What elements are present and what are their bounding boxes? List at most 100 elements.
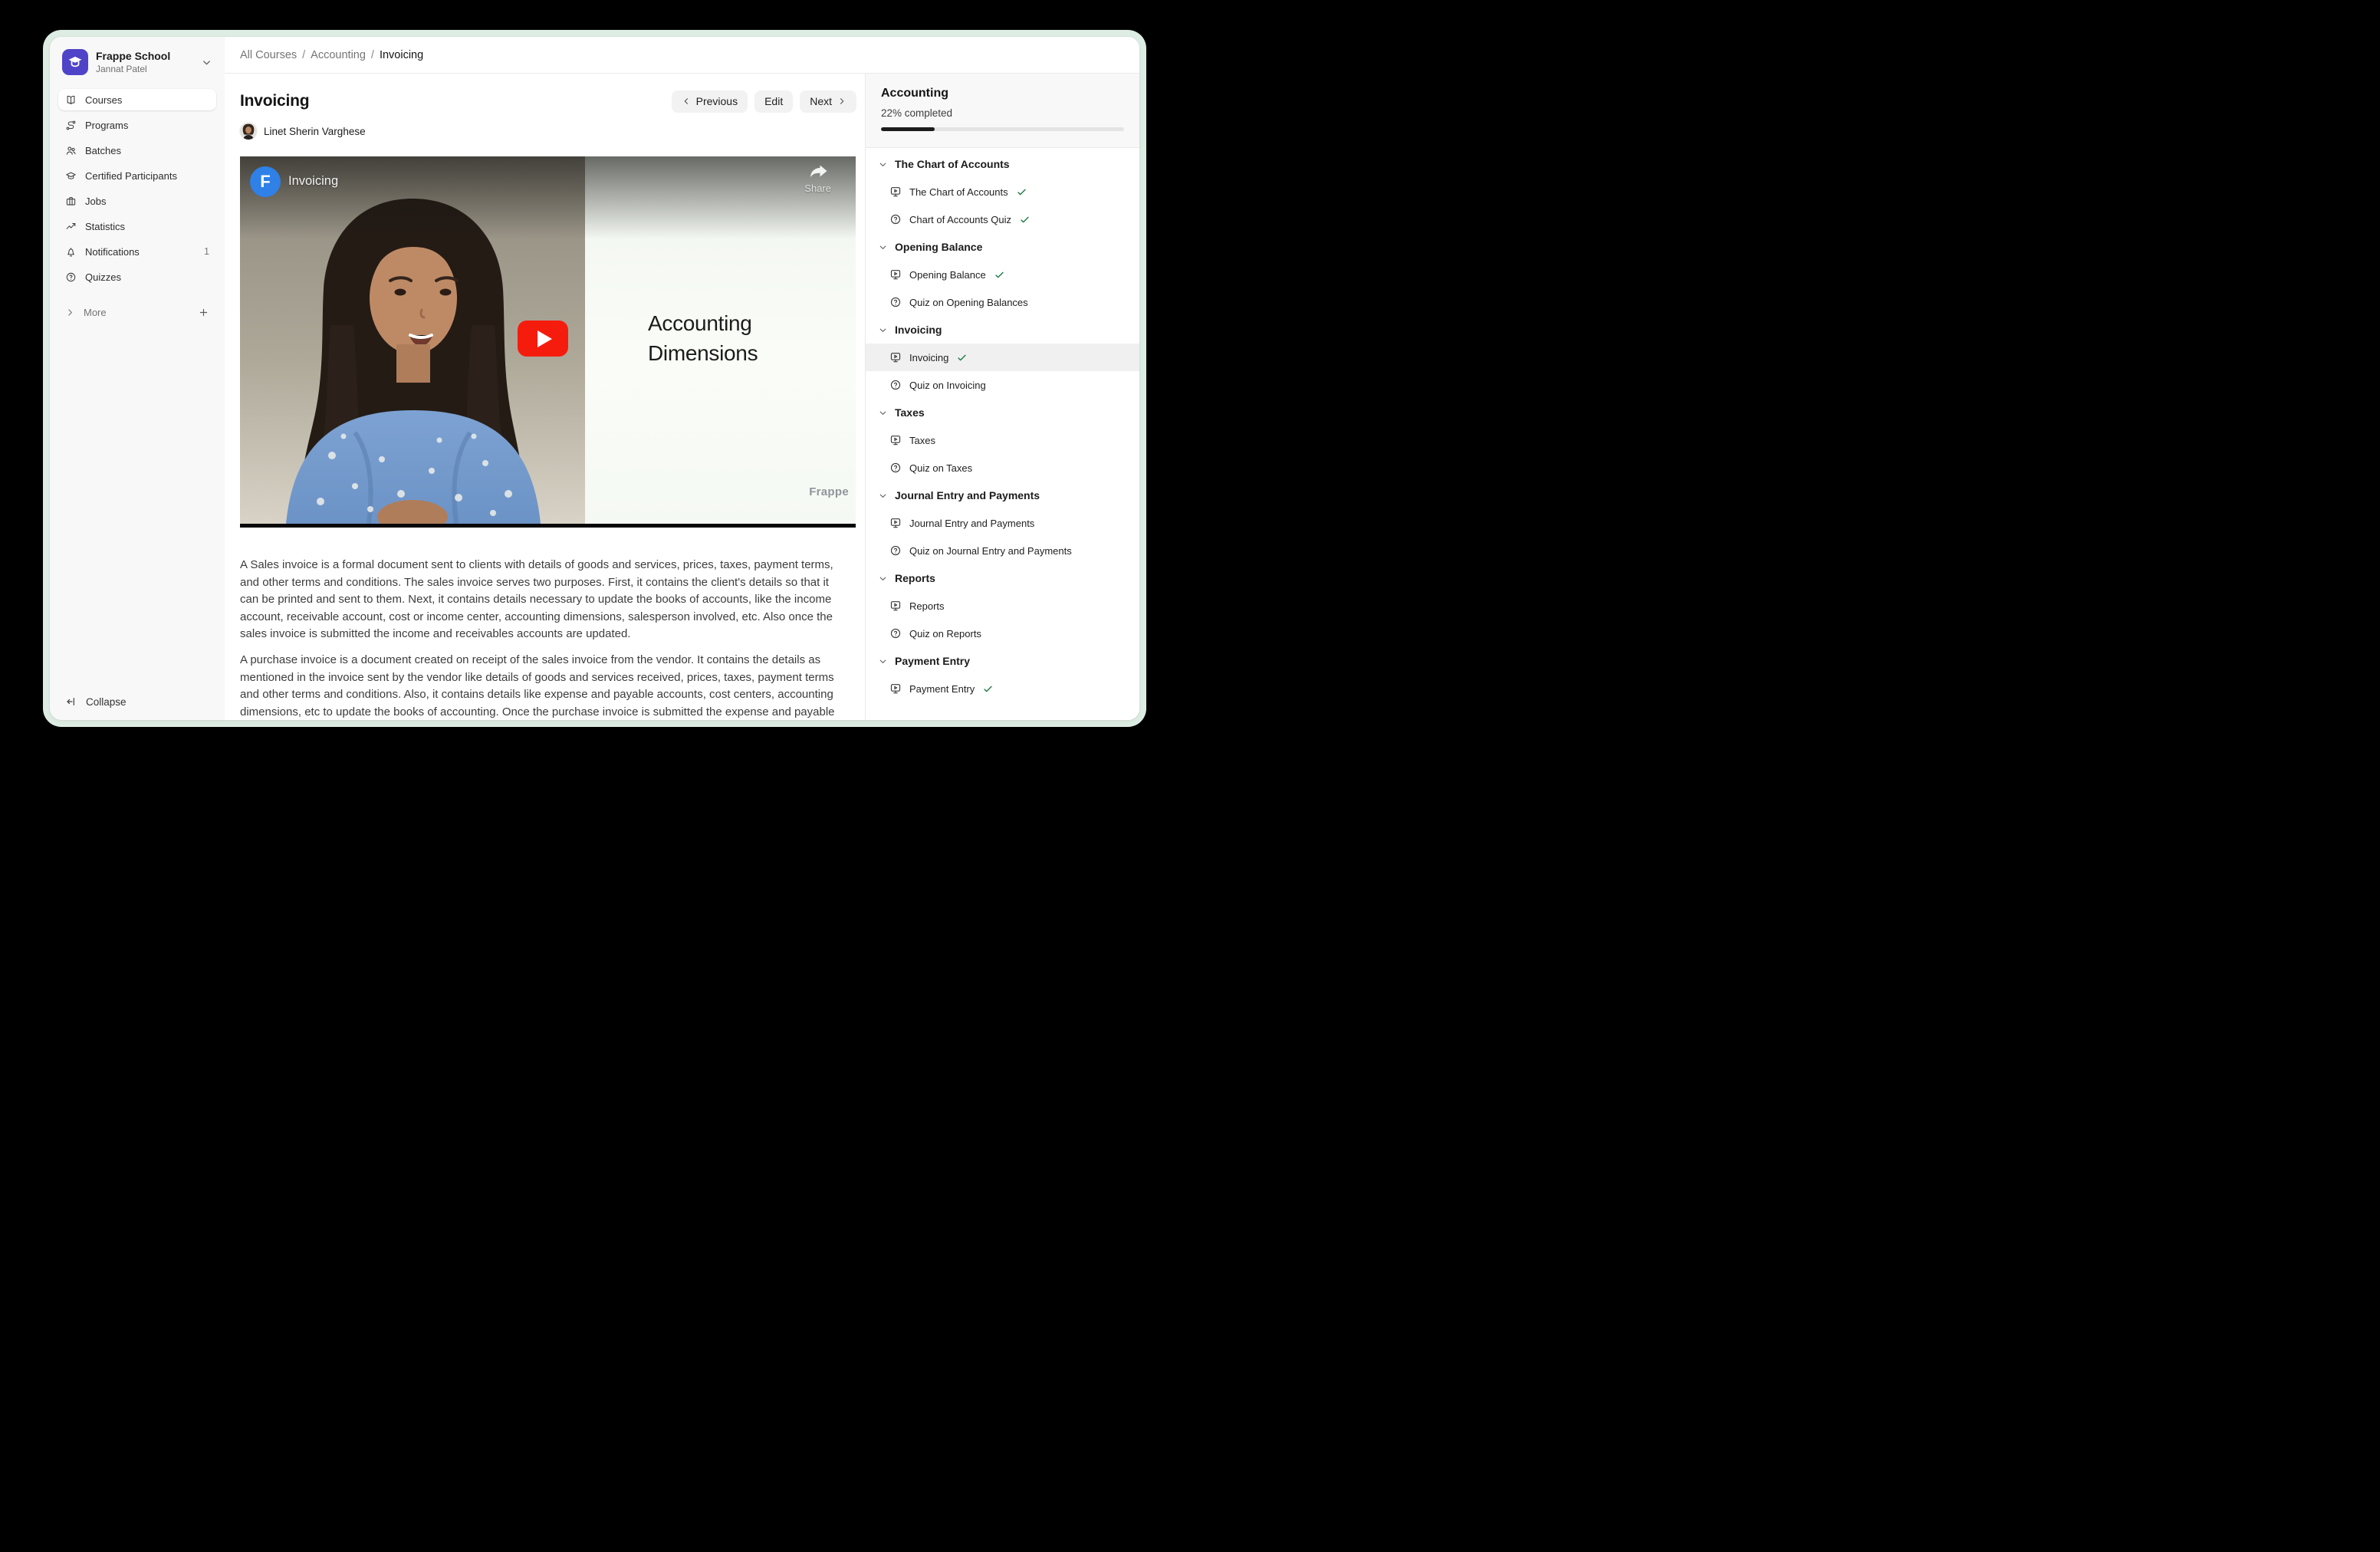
collapse-left-icon xyxy=(65,695,77,708)
sidebar-item-batches[interactable]: Batches xyxy=(58,140,216,161)
help-circle-icon xyxy=(65,271,77,283)
play-button[interactable] xyxy=(518,321,568,357)
next-button[interactable]: Next xyxy=(800,90,856,113)
chapter-journal-entry-and-payments[interactable]: Journal Entry and Payments xyxy=(866,482,1139,509)
chevron-left-icon xyxy=(682,97,691,106)
chevron-down-icon xyxy=(878,159,888,169)
chevron-down-icon xyxy=(878,325,888,335)
sidebar-item-label: Courses xyxy=(85,94,122,106)
programs-icon xyxy=(65,120,77,131)
outline-item-label: Quiz on Reports xyxy=(909,628,981,640)
plus-icon[interactable] xyxy=(198,307,209,318)
check-icon xyxy=(983,684,993,694)
sidebar-item-notifications[interactable]: Notifications1 xyxy=(58,241,216,262)
trending-up-icon xyxy=(65,221,77,232)
breadcrumb-accounting[interactable]: Accounting xyxy=(311,49,366,61)
sidebar-item-label: Certified Participants xyxy=(85,170,177,182)
chevron-down-icon xyxy=(878,656,888,666)
graduation-cap-icon xyxy=(65,170,77,182)
sidebar-item-label: Quizzes xyxy=(85,271,121,283)
sidebar-item-more[interactable]: More xyxy=(58,301,216,323)
course-progress-header: Accounting 22% completed xyxy=(866,74,1139,148)
chapter-reports[interactable]: Reports xyxy=(866,564,1139,592)
sidebar-item-statistics[interactable]: Statistics xyxy=(58,215,216,237)
outline-item-quiz-on-taxes[interactable]: Quiz on Taxes xyxy=(866,454,1139,482)
breadcrumb: All Courses / Accounting / Invoicing xyxy=(225,37,1139,74)
lesson-actions: Previous Edit Next xyxy=(672,90,856,113)
workspace-user: Jannat Patel xyxy=(96,64,170,75)
previous-button[interactable]: Previous xyxy=(672,90,748,113)
sidebar: Frappe School Jannat Patel Courses Progra… xyxy=(50,37,225,720)
outline-item-chart-of-accounts-quiz[interactable]: Chart of Accounts Quiz xyxy=(866,206,1139,233)
share-button[interactable]: Share xyxy=(804,164,831,194)
channel-avatar[interactable]: F xyxy=(250,166,281,197)
sidebar-item-jobs[interactable]: Jobs xyxy=(58,190,216,212)
outline-item-quiz-on-invoicing[interactable]: Quiz on Invoicing xyxy=(866,371,1139,399)
monitor-play-icon xyxy=(889,600,902,612)
outline-item-invoicing[interactable]: Invoicing xyxy=(866,344,1139,371)
outline-item-reports[interactable]: Reports xyxy=(866,592,1139,620)
chapter-title: Payment Entry xyxy=(895,655,970,667)
outline-item-label: Payment Entry xyxy=(909,683,975,695)
play-icon xyxy=(537,330,552,347)
sidebar-item-certified-participants[interactable]: Certified Participants xyxy=(58,165,216,186)
outline-item-label: Quiz on Invoicing xyxy=(909,380,986,391)
notification-count-badge: 1 xyxy=(204,246,209,257)
outline-item-taxes[interactable]: Taxes xyxy=(866,426,1139,454)
more-label: More xyxy=(84,307,107,318)
chevron-down-icon xyxy=(878,408,888,418)
outline-item-opening-balance[interactable]: Opening Balance xyxy=(866,261,1139,288)
outline-item-journal-entry-and-payments[interactable]: Journal Entry and Payments xyxy=(866,509,1139,537)
sidebar-item-quizzes[interactable]: Quizzes xyxy=(58,266,216,288)
outline-item-the-chart-of-accounts[interactable]: The Chart of Accounts xyxy=(866,178,1139,206)
monitor-play-icon xyxy=(889,268,902,281)
collapse-sidebar-button[interactable]: Collapse xyxy=(58,692,216,712)
book-open-icon xyxy=(65,94,77,106)
video-title[interactable]: Invoicing xyxy=(288,174,338,189)
outline-item-quiz-on-journal-entry-and-payments[interactable]: Quiz on Journal Entry and Payments xyxy=(866,537,1139,564)
lesson-paragraph: A Sales invoice is a formal document sen… xyxy=(240,557,841,643)
chevron-right-icon xyxy=(65,307,75,317)
chapter-title: Opening Balance xyxy=(895,241,982,253)
outline-item-payment-entry[interactable]: Payment Entry xyxy=(866,675,1139,702)
workspace-info: Frappe School Jannat Patel xyxy=(96,50,170,75)
course-outline-panel: Accounting 22% completed The Chart of Ac… xyxy=(865,74,1139,720)
outline-item-label: Opening Balance xyxy=(909,269,986,281)
chapter-opening-balance[interactable]: Opening Balance xyxy=(866,233,1139,261)
author-avatar xyxy=(240,123,257,140)
app-window-frame: Frappe School Jannat Patel Courses Progra… xyxy=(43,30,1146,727)
collapse-label: Collapse xyxy=(86,696,127,708)
chapter-the-chart-of-accounts[interactable]: The Chart of Accounts xyxy=(866,150,1139,178)
sidebar-item-programs[interactable]: Programs xyxy=(58,114,216,136)
check-icon xyxy=(1017,187,1027,197)
share-label: Share xyxy=(804,182,831,194)
help-circle-icon xyxy=(889,627,902,640)
chevron-down-icon xyxy=(201,57,212,68)
chapter-title: Invoicing xyxy=(895,324,942,336)
workspace-switcher[interactable]: Frappe School Jannat Patel xyxy=(58,48,216,84)
check-icon xyxy=(957,353,967,363)
author-row: Linet Sherin Varghese xyxy=(240,123,865,140)
chevron-down-icon xyxy=(878,242,888,252)
edit-button[interactable]: Edit xyxy=(754,90,793,113)
help-circle-icon xyxy=(889,544,902,557)
chapter-taxes[interactable]: Taxes xyxy=(866,399,1139,426)
chapter-invoicing[interactable]: Invoicing xyxy=(866,316,1139,344)
help-circle-icon xyxy=(889,462,902,474)
outline-item-quiz-on-opening-balances[interactable]: Quiz on Opening Balances xyxy=(866,288,1139,316)
monitor-play-icon xyxy=(889,186,902,198)
bell-icon xyxy=(65,246,77,258)
outline-item-quiz-on-reports[interactable]: Quiz on Reports xyxy=(866,620,1139,647)
frappe-watermark: Frappe xyxy=(809,485,849,498)
chapter-payment-entry[interactable]: Payment Entry xyxy=(866,647,1139,675)
breadcrumb-separator: / xyxy=(302,49,305,61)
outline-item-label: Taxes xyxy=(909,435,935,446)
sidebar-item-courses[interactable]: Courses xyxy=(58,89,216,110)
video-player[interactable]: Accounting Dimensions Frappe F Invoicing xyxy=(240,156,856,528)
outline-item-label: Quiz on Taxes xyxy=(909,462,972,474)
course-title: Accounting xyxy=(881,87,1124,100)
video-letterbox xyxy=(240,524,856,528)
main-row: Invoicing Previous Edit xyxy=(225,74,1139,720)
breadcrumb-all-courses[interactable]: All Courses xyxy=(240,49,297,61)
outline-item-label: Journal Entry and Payments xyxy=(909,518,1034,529)
